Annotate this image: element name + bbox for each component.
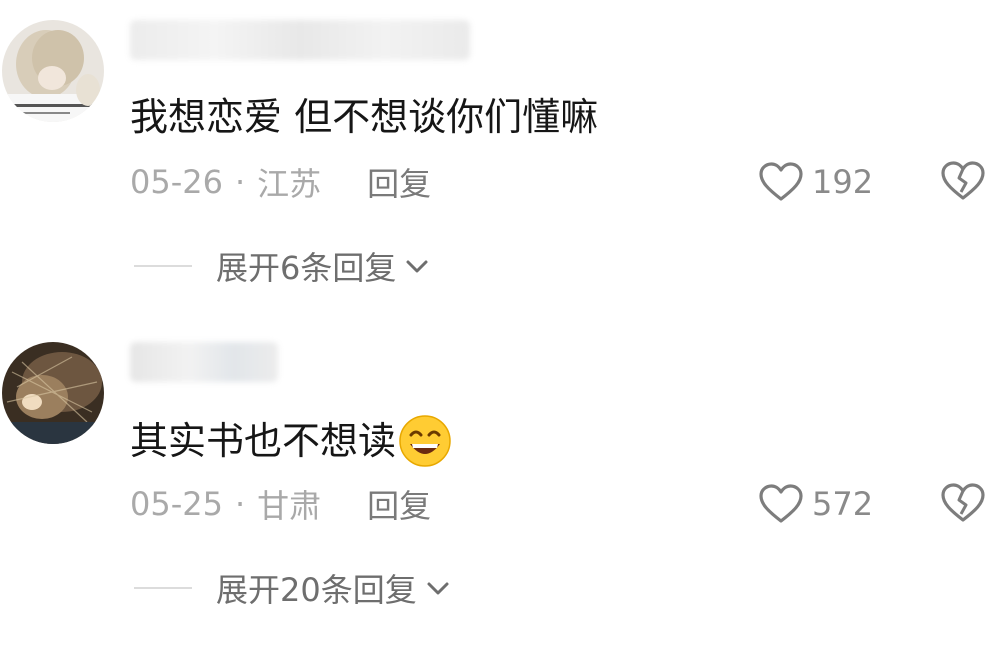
comment-body: 其实书也不想读	[130, 419, 397, 463]
comment-body: 我想恋爱 但不想谈你们懂嘛	[130, 95, 599, 139]
comment-date: 05-26	[130, 163, 223, 201]
comment-meta: 05-26 · 江苏 回复	[130, 160, 431, 204]
user-avatar[interactable]	[2, 20, 104, 122]
heart-outline-icon	[759, 484, 803, 523]
like-button[interactable]: 192	[758, 158, 873, 206]
meta-separator: ·	[234, 485, 246, 523]
comment-text: 我想恋爱 但不想谈你们懂嘛	[130, 92, 598, 142]
comment-text: 其实书也不想读	[130, 414, 452, 468]
chevron-down-icon	[427, 582, 449, 595]
expand-replies-label: 展开6条回复	[216, 249, 397, 287]
divider-line	[134, 265, 192, 267]
grinning-squint-emoji	[399, 415, 451, 467]
chevron-down-icon	[406, 260, 428, 273]
expand-replies-label: 展开20条回复	[216, 571, 417, 609]
user-avatar[interactable]	[2, 342, 104, 444]
expand-replies[interactable]: 展开20条回复	[134, 566, 453, 610]
expand-replies[interactable]: 展开6条回复	[134, 244, 432, 288]
comment-location: 甘肃	[257, 487, 322, 525]
dislike-button[interactable]	[940, 160, 986, 204]
comment-meta: 05-25 · 甘肃 回复	[130, 482, 431, 526]
broken-heart-icon	[941, 483, 985, 522]
reply-button[interactable]: 回复	[367, 481, 431, 527]
heart-outline-icon	[759, 162, 803, 201]
like-count: 572	[812, 485, 874, 523]
username-blurred[interactable]	[130, 342, 278, 382]
reply-button[interactable]: 回复	[367, 159, 431, 205]
comment-date: 05-25	[130, 485, 223, 523]
broken-heart-icon	[941, 161, 985, 200]
meta-separator: ·	[234, 163, 246, 201]
username-blurred[interactable]	[130, 20, 470, 60]
comment-list: 我想恋爱 但不想谈你们懂嘛 05-26 · 江苏 回复 192 展开6条回复 其…	[0, 0, 998, 665]
divider-line	[134, 587, 192, 589]
like-count: 192	[812, 163, 874, 201]
comment-location: 江苏	[257, 165, 322, 203]
dislike-button[interactable]	[940, 482, 986, 526]
like-button[interactable]: 572	[758, 480, 873, 528]
